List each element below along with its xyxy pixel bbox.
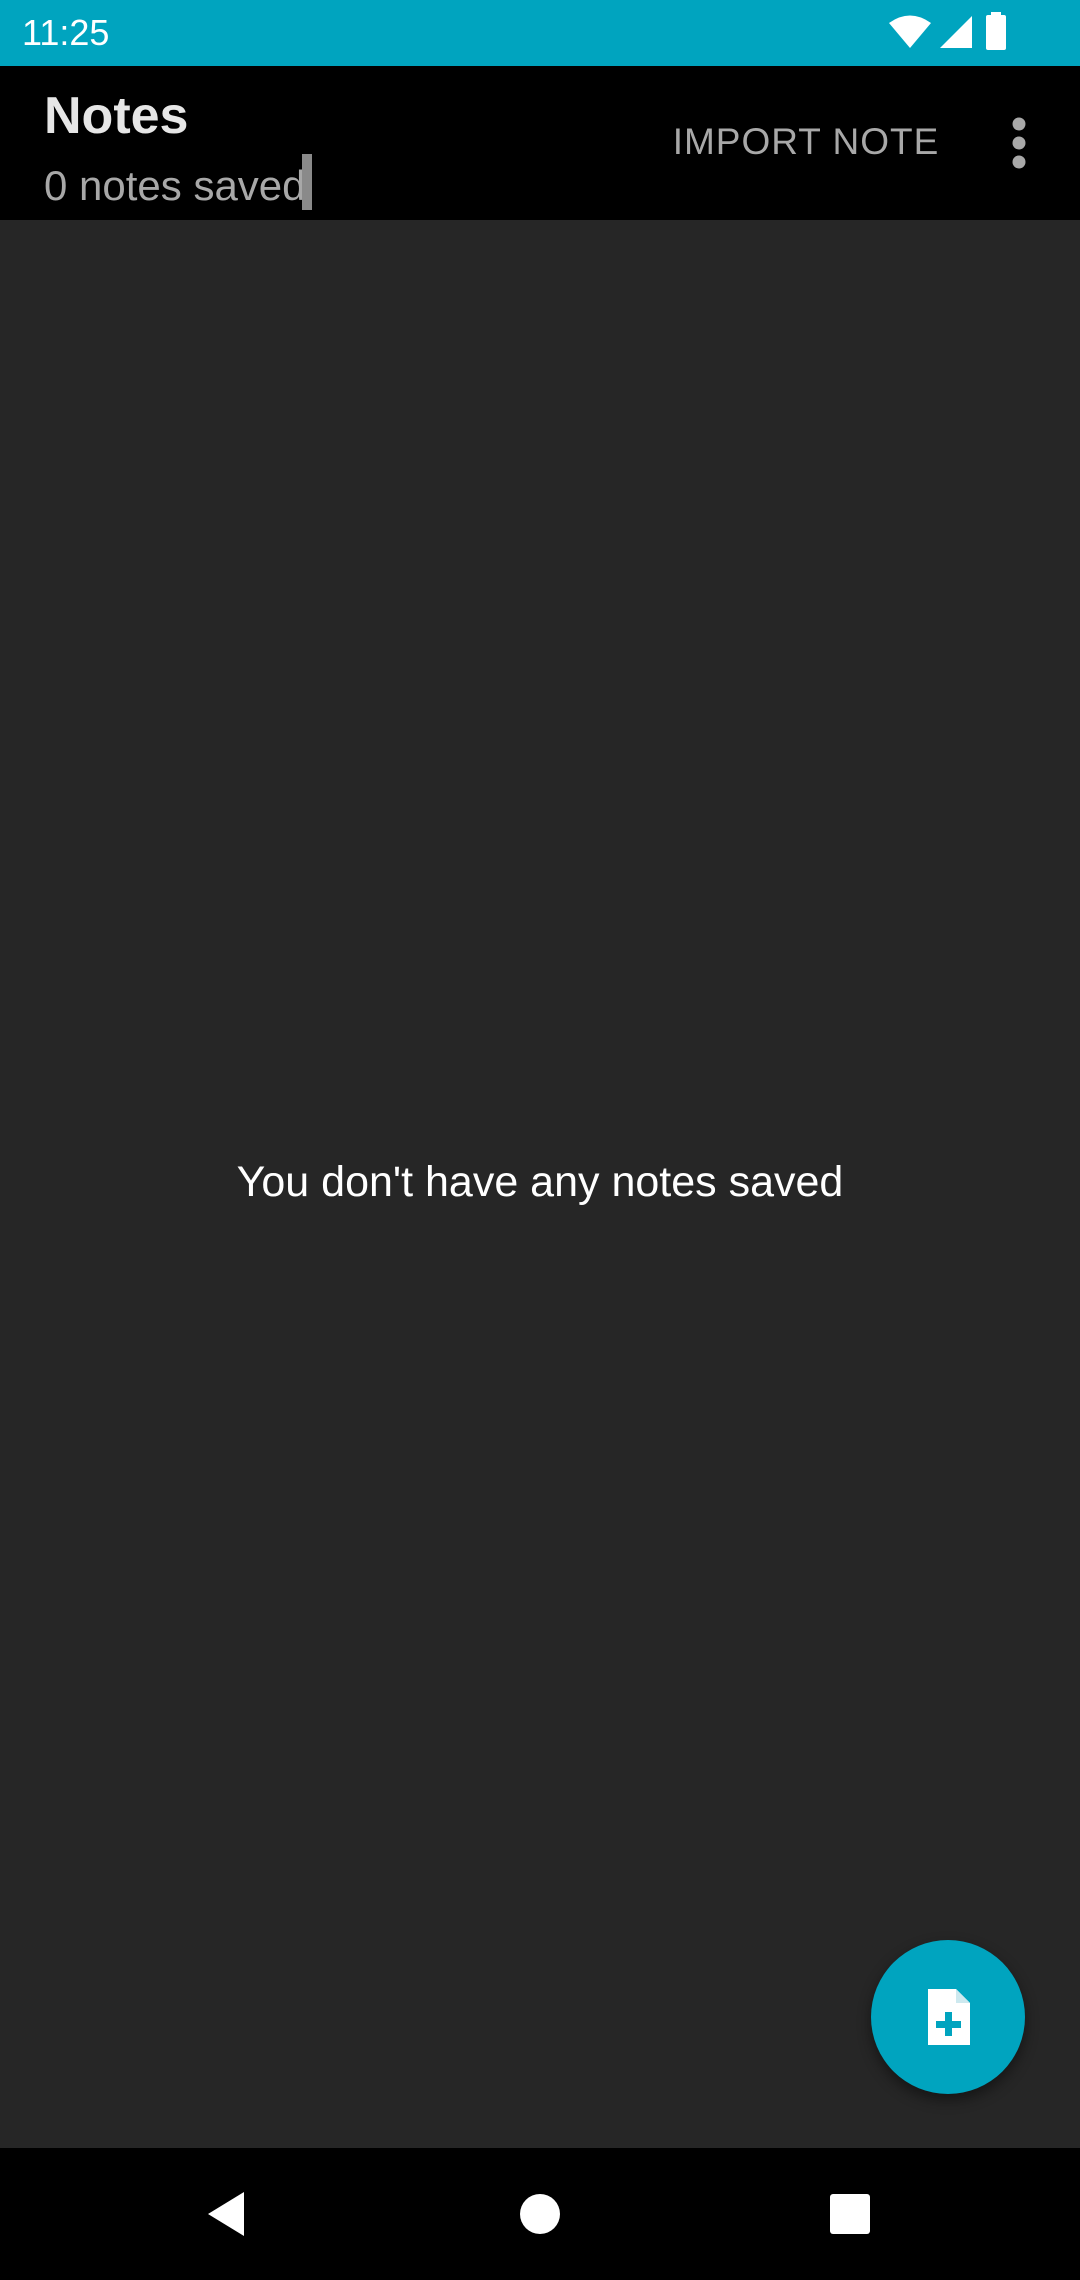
add-note-button[interactable] (871, 1940, 1025, 2094)
signal-icon (940, 16, 972, 48)
more-vert-icon (1012, 117, 1026, 169)
note-add-icon (928, 1989, 970, 2045)
app-title: Notes (44, 87, 189, 145)
wifi-icon (889, 15, 931, 48)
notes-list-area: You don't have any notes saved (0, 220, 1080, 2148)
app-bar: Notes 0 notes saved IMPORT NOTE (0, 66, 1080, 220)
recents-button[interactable] (810, 2174, 890, 2254)
notes-count-text: 0 notes saved (44, 162, 306, 209)
home-button[interactable] (500, 2174, 580, 2254)
home-icon (520, 2194, 560, 2234)
text-cursor (301, 154, 312, 210)
status-icons (880, 0, 1080, 66)
overflow-menu-button[interactable] (990, 110, 1048, 176)
navigation-bar (0, 2148, 1080, 2280)
battery-icon (986, 12, 1006, 50)
recents-icon (830, 2194, 870, 2234)
empty-state-message: You don't have any notes saved (236, 1158, 844, 1206)
status-bar: 11:25 (0, 0, 1080, 66)
back-button[interactable] (186, 2174, 266, 2254)
back-icon (208, 2192, 244, 2236)
status-time: 11:25 (22, 12, 110, 53)
notes-count-subtitle: 0 notes saved (44, 154, 312, 211)
import-note-button[interactable]: IMPORT NOTE (668, 112, 944, 172)
